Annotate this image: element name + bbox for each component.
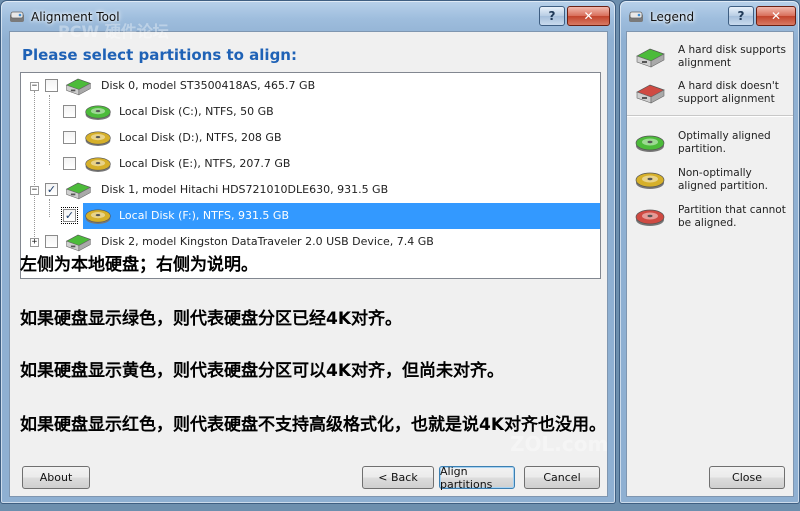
tree-row-label: Local Disk (E:), NTFS, 207.7 GB (119, 157, 291, 170)
legend-item-text: A hard disk doesn't support alignment (678, 80, 779, 105)
partition-checkbox[interactable]: ✓ (61, 207, 78, 224)
legend-item-text: Non-optimally aligned partition. (678, 167, 768, 192)
partition-yellow-icon (83, 127, 113, 149)
back-button[interactable]: < Back (362, 466, 434, 489)
legend-item-text: A hard disk supports alignment (678, 44, 786, 69)
partition-tree[interactable]: − Disk 0, model ST3500418AS, 465.7 GB Loca… (20, 72, 601, 279)
tree-row-label: Local Disk (F:), NTFS, 931.5 GB (119, 209, 290, 222)
partition-yellow-icon (633, 167, 667, 193)
close-button[interactable]: ✕ (567, 6, 610, 26)
partition-green-icon (83, 101, 113, 123)
legend-help-button[interactable]: ? (728, 6, 754, 26)
annotation-text: 如果硬盘显示绿色，则代表硬盘分区已经4K对齐。 (20, 309, 403, 329)
tree-row[interactable]: − ✓ Disk 1, model Hitachi HDS721010DLE630,… (21, 177, 600, 203)
watermark: PCW 硬件论坛 (58, 22, 169, 41)
legend-separator (627, 115, 793, 117)
partition-checkbox[interactable] (63, 131, 76, 144)
disk-red-icon (633, 80, 667, 106)
disk-green-icon (63, 179, 93, 201)
main-client-area: Please select partitions to align: − Disk… (9, 22, 609, 497)
legend-item-text: Optimally aligned partition. (678, 130, 771, 155)
about-button[interactable]: About (22, 466, 90, 489)
tree-row-label: Disk 0, model ST3500418AS, 465.7 GB (101, 79, 316, 92)
collapse-icon[interactable]: − (30, 82, 39, 91)
tree-row[interactable]: Local Disk (D:), NTFS, 208 GB (21, 125, 600, 151)
partition-green-icon (633, 130, 667, 156)
tree-row[interactable]: ✓ Local Disk (F:), NTFS, 931.5 GB (61, 203, 600, 229)
disk-green-icon (633, 44, 667, 70)
partition-checkbox[interactable] (45, 235, 58, 248)
legend-close-x-button[interactable]: ✕ (756, 6, 796, 26)
align-partitions-button[interactable]: Align partitions (439, 465, 515, 491)
legend-close-button[interactable]: Close (709, 466, 785, 489)
legend-title: Legend (650, 10, 695, 24)
collapse-icon[interactable]: − (30, 186, 39, 195)
annotation-text: 如果硬盘显示黄色，则代表硬盘分区可以4K对齐，但尚未对齐。 (20, 361, 505, 381)
help-button[interactable]: ? (539, 6, 565, 26)
tree-row-label: Local Disk (C:), NTFS, 50 GB (119, 105, 274, 118)
expand-icon[interactable]: + (30, 238, 39, 247)
tree-row-label: Disk 2, model Kingston DataTraveler 2.0 … (101, 235, 434, 248)
partition-red-icon (633, 204, 667, 230)
tree-row[interactable]: Local Disk (C:), NTFS, 50 GB (21, 99, 600, 125)
watermark: ZOL.com (510, 432, 609, 456)
page-title: Please select partitions to align: (22, 46, 297, 64)
legend-app-icon (629, 11, 643, 22)
legend-titlebar[interactable]: Legend ? ✕ (620, 1, 799, 31)
cancel-button[interactable]: Cancel (524, 466, 600, 489)
tree-row-label: Disk 1, model Hitachi HDS721010DLE630, 9… (101, 183, 389, 196)
partition-checkbox[interactable] (63, 105, 76, 118)
legend-item-text: Partition that cannot be aligned. (678, 204, 786, 229)
partition-checkbox[interactable]: ✓ (45, 183, 58, 196)
partition-yellow-icon (83, 153, 113, 175)
partition-checkbox[interactable] (63, 157, 76, 170)
annotation-text: 左侧为本地硬盘；右侧为说明。 (20, 255, 258, 275)
tree-row[interactable]: Local Disk (E:), NTFS, 207.7 GB (21, 151, 600, 177)
tree-row[interactable]: − Disk 0, model ST3500418AS, 465.7 GB (21, 73, 600, 99)
app-icon (10, 11, 24, 22)
partition-yellow-icon (83, 205, 113, 227)
disk-green-icon (63, 75, 93, 97)
alignment-tool-window: Alignment Tool ? ✕ Please select partiti… (0, 0, 616, 504)
partition-checkbox[interactable] (45, 79, 58, 92)
legend-client-area: Close A hard disk supports alignment A ha… (626, 31, 794, 497)
legend-window: Legend ? ✕ Close A hard disk supports al… (619, 0, 800, 504)
tree-row-label: Local Disk (D:), NTFS, 208 GB (119, 131, 282, 144)
